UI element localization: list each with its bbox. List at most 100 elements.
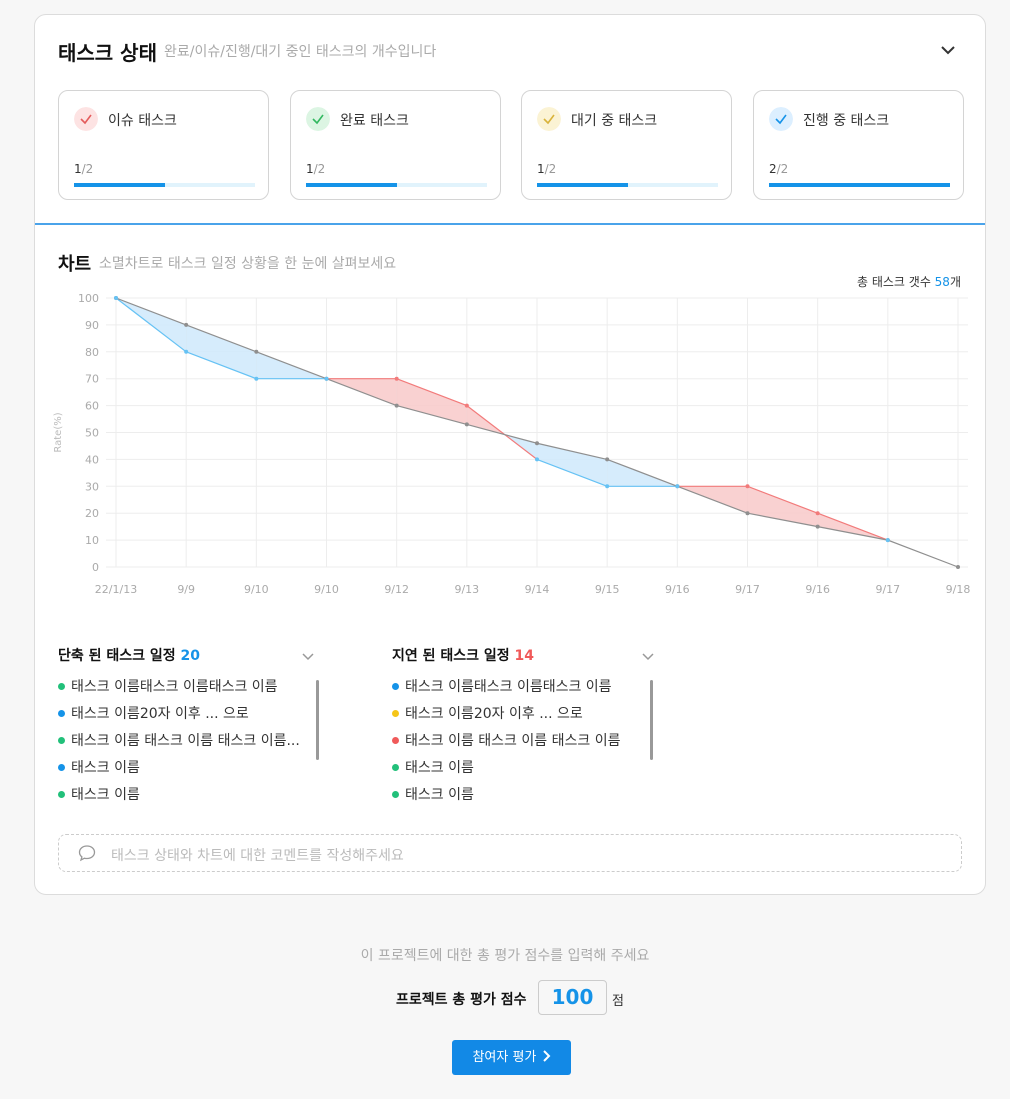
ahead-area — [537, 443, 608, 487]
progress-fill — [769, 183, 950, 187]
x-tick-label: 9/17 — [735, 583, 760, 596]
ideal-point — [605, 457, 610, 462]
y-tick-label: 40 — [85, 453, 99, 466]
list-item[interactable]: 태스크 이름태스크 이름태스크 이름 — [392, 676, 620, 703]
speech-bubble-icon — [78, 845, 96, 862]
progress-bar — [537, 183, 718, 187]
x-tick-label: 9/15 — [595, 583, 620, 596]
task-status-card: 태스크 상태 완료/이슈/진행/대기 중인 태스크의 개수입니다 이슈 태스크 … — [34, 14, 986, 895]
score-unit: 점 — [612, 994, 624, 1009]
status-dot — [58, 683, 65, 690]
chevron-right-icon — [542, 1050, 550, 1062]
ideal-point — [745, 511, 750, 516]
actual-point — [324, 376, 329, 381]
status-dot — [58, 791, 65, 798]
chart-subtitle: 소멸차트로 태스크 일정 상황을 한 눈에 살펴보세요 — [99, 256, 397, 272]
x-tick-label: 9/14 — [525, 583, 550, 596]
y-tick-label: 50 — [85, 427, 99, 440]
ideal-line-segment — [887, 539, 959, 568]
x-tick-label: 9/9 — [177, 583, 195, 596]
ideal-point — [464, 422, 469, 427]
task-name: 태스크 이름20자 이후 ... 으로 — [71, 706, 249, 722]
ideal-point — [254, 349, 259, 354]
ideal-line-segment — [466, 423, 538, 444]
list-item[interactable]: 태스크 이름 — [58, 757, 300, 784]
actual-point — [464, 403, 469, 408]
progress-fill — [306, 183, 397, 187]
tile-count: 1/2 — [306, 162, 326, 176]
task-name: 태스크 이름 태스크 이름 태스크 이름 — [405, 733, 621, 749]
ideal-point — [815, 524, 820, 529]
score-input[interactable]: 100 — [538, 980, 607, 1015]
ideal-point — [184, 322, 189, 327]
task-name: 태스크 이름태스크 이름태스크 이름 — [71, 679, 278, 695]
chevron-down-icon[interactable] — [937, 39, 959, 61]
status-dot — [58, 764, 65, 771]
y-tick-label: 60 — [85, 400, 99, 413]
y-tick-label: 20 — [85, 507, 99, 520]
scrollbar[interactable] — [316, 680, 319, 760]
status-dot — [392, 683, 399, 690]
progress-bar — [74, 183, 255, 187]
tile-count: 1/2 — [537, 162, 557, 176]
list-item[interactable]: 태스크 이름20자 이후 ... 으로 — [392, 703, 620, 730]
section-divider — [35, 223, 985, 225]
x-tick-label: 9/18 — [946, 583, 971, 596]
participant-evaluation-button[interactable]: 참여자 평가 — [452, 1040, 571, 1075]
status-dot — [392, 791, 399, 798]
list-item[interactable]: 태스크 이름 태스크 이름 태스크 이름... — [58, 730, 300, 757]
progress-fill — [74, 183, 165, 187]
ideal-point — [535, 441, 539, 446]
y-tick-label: 70 — [85, 373, 99, 386]
list-item[interactable]: 태스크 이름20자 이후 ... 으로 — [58, 703, 300, 730]
ideal-point — [394, 403, 399, 408]
x-tick-label: 9/12 — [384, 583, 409, 596]
progress-fill — [537, 183, 628, 187]
y-axis-label: Rate(%) — [53, 412, 64, 452]
list-item[interactable]: 태스크 이름태스크 이름태스크 이름 — [58, 676, 300, 703]
section-title: 태스크 상태 — [58, 41, 157, 65]
x-tick-label: 9/16 — [665, 583, 690, 596]
actual-point — [815, 511, 820, 516]
task-name: 태스크 이름20자 이후 ... 으로 — [405, 706, 583, 722]
x-tick-label: 9/13 — [454, 583, 479, 596]
tile-label: 완료 태스크 — [340, 113, 409, 129]
list-item[interactable]: 태스크 이름 — [392, 757, 620, 784]
evaluation-hint: 이 프로젝트에 대한 총 평가 점수를 입력해 주세요 — [360, 948, 650, 964]
y-tick-label: 90 — [85, 319, 99, 332]
check-icon — [306, 107, 330, 131]
task-name: 태스크 이름 태스크 이름 태스크 이름... — [71, 733, 300, 749]
y-tick-label: 30 — [85, 480, 99, 493]
comment-input[interactable]: 태스크 상태와 차트에 대한 코멘트를 작성해주세요 — [58, 834, 962, 872]
progress-bar — [306, 183, 487, 187]
delayed-task-list: 태스크 이름태스크 이름태스크 이름태스크 이름20자 이후 ... 으로태스크… — [392, 676, 620, 811]
task-name: 태스크 이름태스크 이름태스크 이름 — [405, 679, 612, 695]
task-name: 태스크 이름 — [405, 760, 474, 776]
check-icon — [74, 107, 98, 131]
burndown-chart: 0 10 20 30 40 50 60 70 80 90 100 22/1/13 9/9 9/10 9/10… — [53, 292, 971, 596]
chevron-down-icon[interactable] — [640, 649, 656, 665]
x-tick-label: 9/17 — [875, 583, 900, 596]
check-icon — [769, 107, 793, 131]
actual-point — [535, 457, 539, 462]
list-item[interactable]: 태스크 이름 — [58, 784, 300, 811]
actual-point — [184, 349, 189, 354]
actual-point — [394, 376, 399, 381]
tile-label: 진행 중 태스크 — [803, 113, 890, 129]
chevron-down-icon[interactable] — [300, 649, 316, 665]
x-tick-label: 9/16 — [805, 583, 830, 596]
tile-issue: 이슈 태스크 1/2 — [58, 90, 269, 200]
shortened-task-list: 태스크 이름태스크 이름태스크 이름태스크 이름20자 이후 ... 으로태스크… — [58, 676, 300, 811]
list-item[interactable]: 태스크 이름 태스크 이름 태스크 이름 — [392, 730, 620, 757]
delay-area — [747, 486, 818, 527]
actual-point — [675, 484, 680, 489]
x-tick-label: 9/10 — [244, 583, 269, 596]
scrollbar[interactable] — [650, 680, 653, 760]
x-tick-label: 22/1/13 — [95, 583, 137, 596]
tile-in-progress: 진행 중 태스크 2/2 — [753, 90, 964, 200]
status-dot — [392, 764, 399, 771]
list-item[interactable]: 태스크 이름 — [392, 784, 620, 811]
actual-point — [745, 484, 750, 489]
actual-point — [114, 296, 118, 300]
section-subtitle: 완료/이슈/진행/대기 중인 태스크의 개수입니다 — [164, 44, 437, 60]
